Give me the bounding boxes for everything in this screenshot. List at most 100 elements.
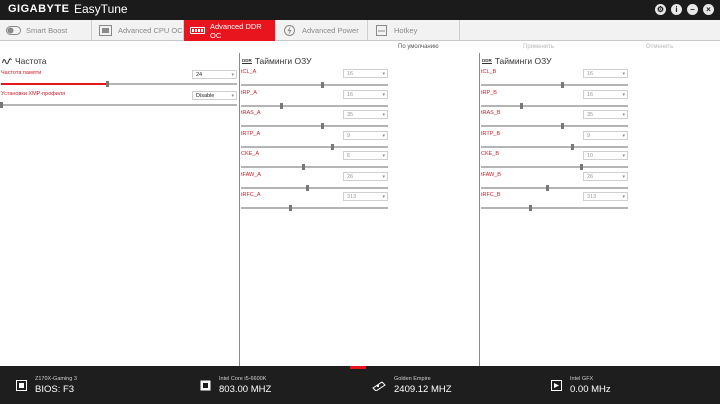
tab-hotkey[interactable]: Hotkey	[368, 20, 460, 41]
select-value: 9	[347, 132, 351, 139]
timing-slider[interactable]	[481, 143, 628, 150]
timing-select[interactable]: 26 ▾	[583, 171, 628, 181]
toggle-icon	[6, 26, 21, 35]
xmp-profile-slider[interactable]	[0, 102, 237, 108]
timing-slider[interactable]	[241, 184, 388, 191]
select-value: 26	[347, 173, 354, 180]
footer-memory: Golden Empire 2409.12 MHZ	[372, 376, 452, 395]
slider-thumb[interactable]	[331, 143, 335, 150]
slider-thumb[interactable]	[519, 102, 523, 109]
tab-advanced-power[interactable]: Advanced Power	[276, 20, 368, 41]
timing-slider[interactable]	[241, 143, 388, 150]
timing-row: tRFC_A 313 ▾	[240, 192, 480, 212]
timing-slider[interactable]	[481, 164, 628, 170]
chevron-down-icon: ▾	[231, 93, 234, 99]
select-value: 16	[347, 91, 354, 98]
slider-thumb[interactable]	[571, 143, 575, 150]
timing-select[interactable]: 35 ▾	[583, 110, 628, 119]
timing-select[interactable]: 9 ▾	[583, 130, 628, 140]
timing-select[interactable]: 6 ▾	[343, 151, 388, 160]
timing-select[interactable]: 16 ▾	[583, 89, 628, 99]
timing-row: tFAW_B 26 ▾	[480, 171, 720, 192]
timing-row: tCL_B 16 ▾	[480, 69, 720, 89]
timing-slider[interactable]	[241, 164, 388, 170]
timing-slider[interactable]	[241, 123, 388, 129]
timing-slider[interactable]	[481, 184, 628, 191]
tab-advanced-cpu-oc[interactable]: Advanced CPU OC	[92, 20, 184, 41]
ddr-icon: DDR	[242, 58, 252, 64]
memory-icon	[372, 381, 386, 391]
timing-slider[interactable]	[481, 82, 628, 88]
select-value: 6	[347, 153, 351, 159]
slider-thumb[interactable]	[320, 82, 324, 88]
timing-slider[interactable]	[241, 102, 388, 109]
timing-select[interactable]: 26 ▾	[343, 171, 388, 181]
panel-title-text: Тайминги ОЗУ	[254, 56, 312, 66]
select-value: 35	[347, 112, 354, 118]
cpu-icon	[99, 25, 112, 36]
timing-row: tRAS_A 35 ▾	[240, 110, 480, 130]
slider-thumb[interactable]	[301, 164, 305, 170]
slider-thumb[interactable]	[579, 164, 583, 170]
cpu-frequency: 803.00 MHZ	[219, 384, 272, 395]
slider-thumb[interactable]	[528, 205, 532, 211]
slider-thumb[interactable]	[288, 205, 292, 211]
cancel-button[interactable]: Отменить	[646, 44, 673, 50]
timing-label: CKE_B	[481, 151, 500, 157]
default-button[interactable]: По умолчанию	[398, 44, 439, 50]
timing-label: tRTP_B	[481, 130, 501, 137]
timing-row: tFAW_A 26 ▾	[240, 171, 480, 192]
timing-label: CKE_A	[241, 151, 260, 157]
slider-thumb[interactable]	[546, 184, 550, 191]
slider-thumb[interactable]	[106, 81, 110, 87]
tab-label: Advanced Power	[302, 26, 359, 35]
chevron-down-icon: ▾	[231, 72, 234, 78]
slider-thumb[interactable]	[320, 123, 324, 129]
chevron-down-icon: ▾	[622, 194, 625, 200]
timing-select[interactable]: 35 ▾	[343, 110, 388, 119]
gear-icon[interactable]: ⚙	[655, 4, 666, 15]
timing-select[interactable]: 313 ▾	[583, 192, 628, 201]
slider-thumb[interactable]	[560, 82, 564, 88]
memory-frequency-select[interactable]: 24 ▾	[192, 70, 237, 79]
minimize-icon[interactable]: –	[687, 4, 698, 15]
timing-slider[interactable]	[241, 82, 388, 88]
chevron-down-icon: ▾	[382, 153, 385, 159]
timing-select[interactable]: 16 ▾	[343, 89, 388, 99]
tab-advanced-ddr-oc[interactable]: Advanced DDR OC	[184, 20, 276, 41]
apply-button[interactable]: Применить	[523, 44, 554, 50]
timing-select[interactable]: 16 ▾	[343, 69, 388, 78]
slider-thumb[interactable]	[0, 102, 3, 108]
window-controls: ⚙ i – ×	[655, 4, 714, 15]
memory-frequency-label: Частота памяти	[1, 70, 42, 76]
timing-select[interactable]: 313 ▾	[343, 192, 388, 201]
timing-select[interactable]: 10 ▾	[583, 151, 628, 160]
slider-thumb[interactable]	[560, 123, 564, 129]
timing-label: tCL_A	[241, 69, 257, 75]
timing-select[interactable]: 16 ▾	[583, 69, 628, 78]
timing-select[interactable]: 9 ▾	[343, 130, 388, 140]
tab-label: Advanced DDR OC	[210, 21, 262, 40]
close-icon[interactable]: ×	[703, 4, 714, 15]
select-value: Disable	[196, 93, 215, 99]
tab-smart-boost[interactable]: Smart Boost	[0, 20, 92, 41]
timing-label: tRAS_A	[241, 110, 261, 116]
timing-slider[interactable]	[481, 205, 628, 211]
timing-row: tRFC_B 313 ▾	[480, 192, 720, 212]
memory-frequency-slider[interactable]	[1, 81, 237, 87]
slider-thumb[interactable]	[279, 102, 283, 109]
select-value: 26	[587, 173, 594, 180]
timing-row: tRTP_B 9 ▾	[480, 130, 720, 151]
select-value: 16	[587, 71, 594, 77]
chevron-down-icon: ▾	[622, 71, 625, 77]
timing-slider[interactable]	[481, 102, 628, 109]
timing-slider[interactable]	[241, 205, 388, 211]
slider-thumb[interactable]	[306, 184, 310, 191]
info-icon[interactable]: i	[671, 4, 682, 15]
chevron-down-icon: ▾	[622, 173, 625, 180]
timings-b-panel: DDR Тайминги ОЗУ tCL_B 16 ▾ tRP_B 16 ▾ tRAS_B 3…	[480, 53, 720, 366]
timing-slider[interactable]	[481, 123, 628, 129]
chevron-down-icon: ▾	[382, 194, 385, 200]
chevron-down-icon: ▾	[622, 153, 625, 159]
xmp-profile-select[interactable]: Disable ▾	[192, 91, 237, 100]
